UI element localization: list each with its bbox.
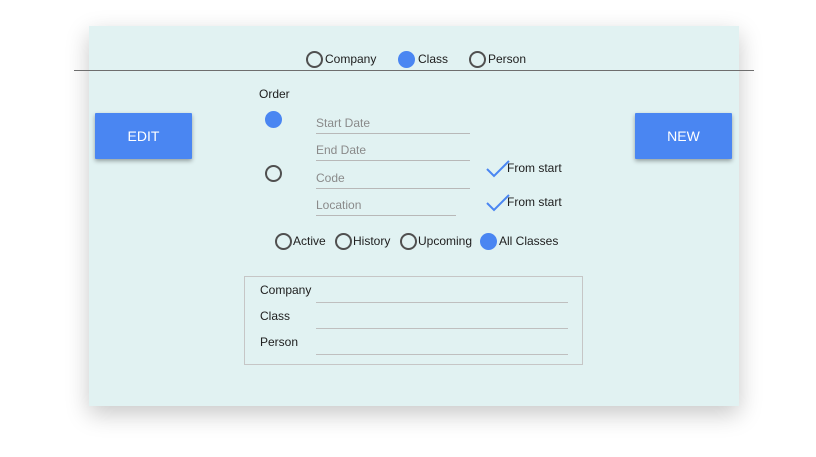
radio-all-classes-label: All Classes bbox=[499, 234, 559, 248]
radio-person-label: Person bbox=[488, 52, 527, 66]
order-by-code-radio[interactable] bbox=[265, 165, 282, 182]
person-search-input[interactable] bbox=[316, 354, 568, 355]
radio-upcoming[interactable] bbox=[400, 233, 417, 250]
company-search-input[interactable] bbox=[316, 302, 568, 303]
edit-button[interactable]: EDIT bbox=[95, 113, 192, 159]
start-date-field[interactable]: Start Date bbox=[316, 111, 470, 134]
location-field[interactable]: Location bbox=[316, 193, 456, 216]
radio-company-label: Company bbox=[325, 52, 377, 66]
header-divider bbox=[74, 70, 754, 71]
radio-class[interactable] bbox=[398, 51, 415, 68]
location-from-start-label: From start bbox=[507, 195, 562, 209]
order-title: Order bbox=[259, 87, 290, 101]
start-date-placeholder: Start Date bbox=[316, 116, 371, 130]
radio-all-classes[interactable] bbox=[480, 233, 497, 250]
radio-active-label: Active bbox=[293, 234, 326, 248]
new-button[interactable]: NEW bbox=[635, 113, 732, 159]
radio-class-label: Class bbox=[418, 52, 449, 66]
radio-person[interactable] bbox=[469, 51, 486, 68]
order-by-date-radio[interactable] bbox=[265, 111, 282, 128]
code-from-start-label: From start bbox=[507, 161, 562, 175]
person-search-label: Person bbox=[260, 335, 299, 349]
radio-history[interactable] bbox=[335, 233, 352, 250]
company-search-label: Company bbox=[260, 283, 312, 297]
end-date-field[interactable]: End Date bbox=[316, 138, 470, 161]
radio-history-label: History bbox=[353, 234, 391, 248]
radio-company[interactable] bbox=[306, 51, 323, 68]
location-placeholder: Location bbox=[316, 198, 362, 212]
class-search-label: Class bbox=[260, 309, 291, 323]
radio-upcoming-label: Upcoming bbox=[418, 234, 473, 248]
code-field[interactable]: Code bbox=[316, 166, 470, 189]
end-date-placeholder: End Date bbox=[316, 143, 367, 157]
class-search-input[interactable] bbox=[316, 328, 568, 329]
code-placeholder: Code bbox=[316, 171, 345, 185]
radio-active[interactable] bbox=[275, 233, 292, 250]
